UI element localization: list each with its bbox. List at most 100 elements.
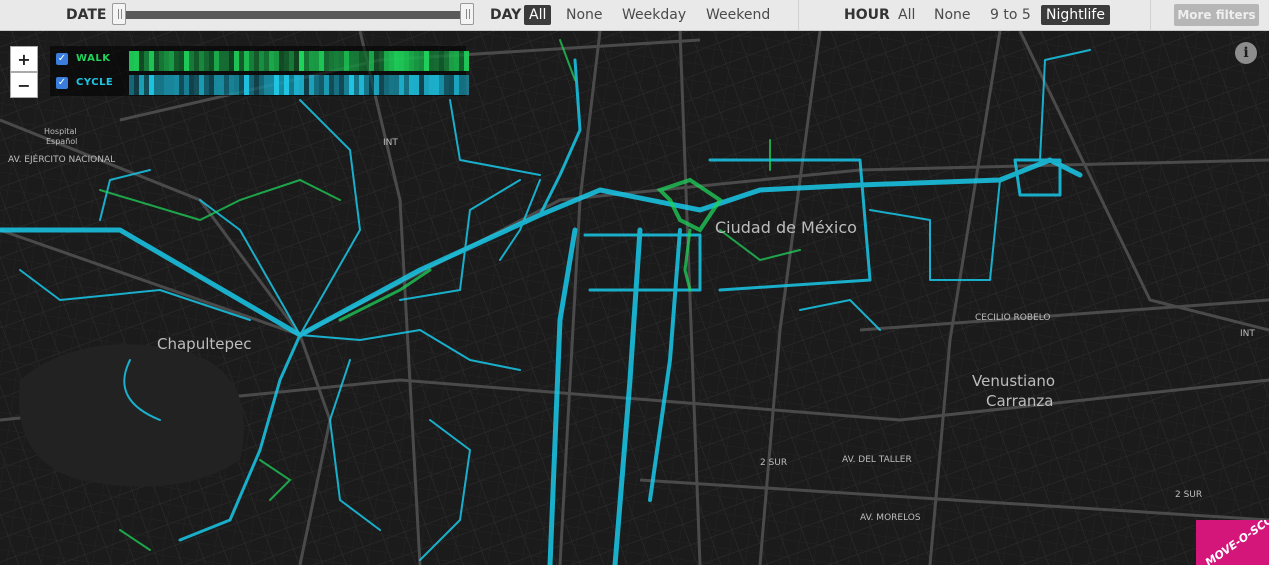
hour-option-9-to-5[interactable]: 9 to 5 xyxy=(985,5,1036,25)
activity-bar xyxy=(389,75,394,95)
activity-bar xyxy=(274,75,279,95)
activity-bar xyxy=(464,75,469,95)
activity-bar xyxy=(389,51,394,71)
activity-bar xyxy=(349,51,354,71)
day-option-weekday[interactable]: Weekday xyxy=(617,5,691,25)
map-label-2-sur: 2 SUR xyxy=(760,458,787,468)
cycle-checkbox[interactable]: ✓ xyxy=(56,77,68,89)
activity-bar xyxy=(459,51,464,71)
activity-bar xyxy=(384,75,389,95)
date-slider-start-handle[interactable] xyxy=(112,3,126,25)
map-label-cecilio: CECILIO ROBELO xyxy=(975,313,1051,323)
logo-text: MOVE-O-SCOPE xyxy=(1202,520,1269,565)
activity-bar xyxy=(204,51,209,71)
activity-bar xyxy=(204,75,209,95)
activity-bar xyxy=(379,75,384,95)
activity-bar xyxy=(364,75,369,95)
activity-bar xyxy=(264,75,269,95)
activity-bar xyxy=(174,51,179,71)
activity-bar xyxy=(384,51,389,71)
walk-checkbox[interactable]: ✓ xyxy=(56,53,68,65)
activity-bar xyxy=(294,75,299,95)
activity-bar xyxy=(179,75,184,95)
activity-bar xyxy=(209,75,214,95)
activity-bar xyxy=(449,75,454,95)
activity-bar xyxy=(214,75,219,95)
date-slider-track[interactable] xyxy=(117,11,469,19)
activity-bar xyxy=(349,75,354,95)
map-label-int-east: INT xyxy=(1240,329,1255,339)
zoom-out-button[interactable]: − xyxy=(10,72,38,98)
activity-bar xyxy=(249,51,254,71)
day-option-weekend[interactable]: Weekend xyxy=(701,5,775,25)
date-slider-end-handle[interactable] xyxy=(460,3,474,25)
hour-option-nightlife[interactable]: Nightlife xyxy=(1041,5,1110,25)
walk-label: WALK xyxy=(76,53,111,64)
activity-bar xyxy=(259,75,264,95)
activity-bar xyxy=(429,51,434,71)
activity-bar xyxy=(279,51,284,71)
activity-bar xyxy=(304,75,309,95)
activity-bar xyxy=(429,75,434,95)
activity-bar xyxy=(394,75,399,95)
activity-bar xyxy=(299,51,304,71)
activity-bar xyxy=(199,75,204,95)
activity-bar xyxy=(359,75,364,95)
activity-bar xyxy=(244,75,249,95)
activity-bar xyxy=(294,51,299,71)
activity-bar xyxy=(309,75,314,95)
activity-bar xyxy=(414,51,419,71)
activity-bar xyxy=(324,75,329,95)
activity-bar xyxy=(129,51,134,71)
map-label-taller: AV. DEL TALLER xyxy=(842,455,912,465)
activity-bar xyxy=(274,51,279,71)
activity-bar xyxy=(184,75,189,95)
cycle-activity-strip xyxy=(129,75,469,95)
info-icon[interactable]: i xyxy=(1235,42,1257,64)
activity-bar xyxy=(449,51,454,71)
zoom-in-button[interactable]: + xyxy=(10,46,38,72)
activity-bar xyxy=(404,51,409,71)
activity-bar xyxy=(399,75,404,95)
activity-bar xyxy=(299,75,304,95)
activity-bar xyxy=(369,51,374,71)
activity-bar xyxy=(139,51,144,71)
activity-bar xyxy=(374,51,379,71)
activity-bar xyxy=(194,75,199,95)
map-label-ejercito: AV. EJÉRCITO NACIONAL xyxy=(8,153,115,165)
day-option-all[interactable]: All xyxy=(524,5,552,25)
hour-option-all[interactable]: All xyxy=(893,5,920,25)
activity-bar xyxy=(434,51,439,71)
activity-bar xyxy=(149,75,154,95)
activity-bar xyxy=(314,75,319,95)
activity-bar xyxy=(464,51,469,71)
activity-bar xyxy=(239,75,244,95)
activity-bar xyxy=(314,51,319,71)
chapultepec-park xyxy=(18,344,244,487)
cycle-label: CYCLE xyxy=(76,77,114,88)
activity-bar xyxy=(399,51,404,71)
activity-bar xyxy=(189,51,194,71)
map-label-morelos: AV. MORELOS xyxy=(860,513,921,523)
activity-bar xyxy=(459,75,464,95)
activity-bar xyxy=(134,51,139,71)
activity-bar xyxy=(194,51,199,71)
map-label-mexico: Ciudad de México xyxy=(715,218,857,237)
activity-bar xyxy=(154,51,159,71)
more-filters-button[interactable]: More filters xyxy=(1174,4,1259,26)
activity-bar xyxy=(454,75,459,95)
map-label-int: INT xyxy=(383,138,398,148)
activity-bar xyxy=(169,75,174,95)
map-canvas[interactable]: Chapultepec Ciudad de México Venustiano … xyxy=(0,31,1269,565)
date-label: DATE xyxy=(66,7,107,23)
day-option-none[interactable]: None xyxy=(561,5,608,25)
activity-bar xyxy=(144,51,149,71)
activity-bar xyxy=(324,51,329,71)
activity-bar xyxy=(414,75,419,95)
activity-bar xyxy=(444,75,449,95)
map-label-2-sur-east: 2 SUR xyxy=(1175,490,1202,500)
map-label-hospital: Hospital xyxy=(44,127,77,136)
hour-option-none[interactable]: None xyxy=(929,5,976,25)
activity-bar xyxy=(289,75,294,95)
activity-bar xyxy=(354,51,359,71)
